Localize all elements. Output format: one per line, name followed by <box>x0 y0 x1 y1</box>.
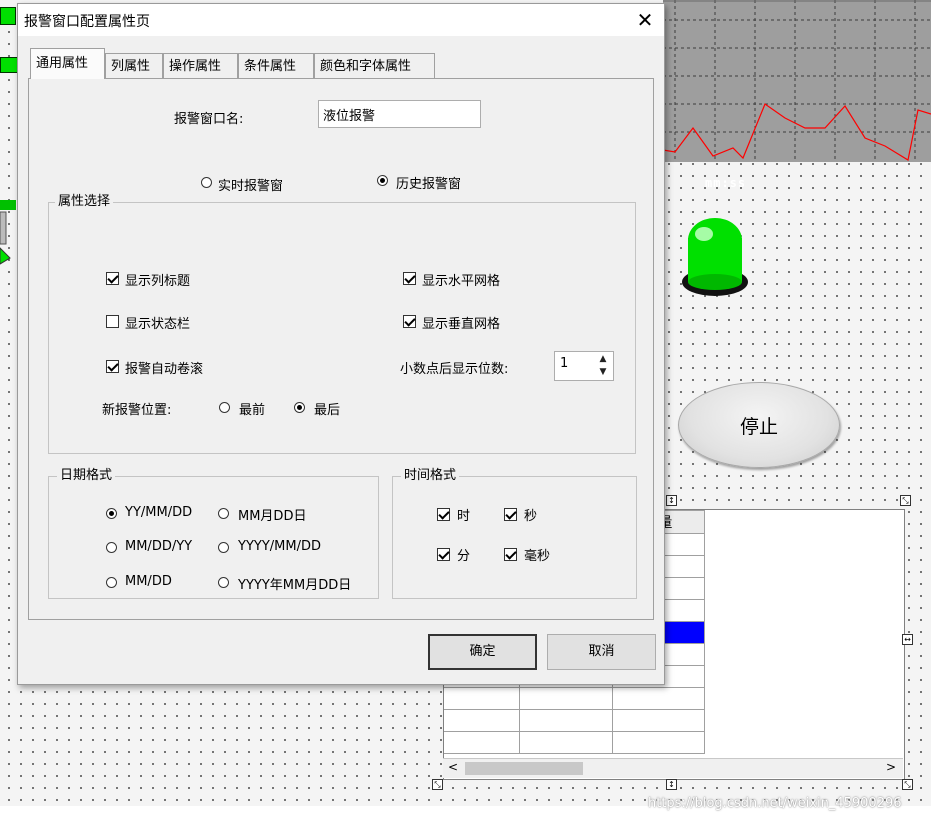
history-window-radio[interactable] <box>377 175 388 186</box>
show-status-bar-checkbox[interactable] <box>106 315 119 328</box>
property-selection-group: 属性选择 显示列标题 显示状态栏 报警自动卷滚 显示水平网格 显示垂直网格 小数… <box>48 194 636 454</box>
position-last-radio[interactable] <box>294 402 305 413</box>
scroll-right-icon[interactable]: > <box>886 760 896 774</box>
table-cell[interactable] <box>444 687 521 710</box>
date-format-radio[interactable] <box>106 577 117 588</box>
stop-button[interactable]: 停止 <box>678 382 840 468</box>
dialog-titlebar[interactable]: 报警窗口配置属性页 ✕ <box>18 4 664 36</box>
show-v-grid-label: 显示垂直网格 <box>422 317 501 332</box>
green-indicator-bar <box>0 7 16 25</box>
date-format-radio[interactable] <box>218 508 229 519</box>
hour-checkbox[interactable] <box>437 508 450 521</box>
scroll-left-icon[interactable]: < <box>448 760 458 774</box>
resize-handle-icon[interactable]: ↕ <box>666 779 677 790</box>
decimal-places-value: 1 <box>560 356 569 371</box>
scrollbar-thumb[interactable] <box>465 762 583 775</box>
indicator-lamp[interactable] <box>680 218 750 300</box>
tab-conditions[interactable]: 条件属性 <box>238 53 314 78</box>
ok-button[interactable]: 确定 <box>428 634 537 670</box>
cancel-button[interactable]: 取消 <box>547 634 656 670</box>
table-cell[interactable] <box>611 709 706 732</box>
resize-handle-icon[interactable]: ⤡ <box>902 779 913 790</box>
property-selection-title: 属性选择 <box>55 194 114 209</box>
general-properties-panel: 报警窗口名: 液位报警 实时报警窗 历史报警窗 属性选择 显示列标题 显示状态栏… <box>28 78 654 620</box>
second-checkbox[interactable] <box>504 508 517 521</box>
decimal-places-spinner[interactable]: 1 ▲ ▼ <box>554 351 614 381</box>
show-column-title-label: 显示列标题 <box>125 274 191 289</box>
table-cell[interactable] <box>519 687 613 710</box>
trend-chart-graphic <box>663 0 931 162</box>
trend-chart[interactable] <box>663 0 931 162</box>
date-format-label: YYYY年MM月DD日 <box>238 578 352 593</box>
position-first-radio[interactable] <box>219 402 230 413</box>
watermark: https://blog.csdn.net/weixin_45900296 <box>648 796 902 811</box>
table-cell[interactable] <box>611 731 706 754</box>
show-h-grid-label: 显示水平网格 <box>422 274 501 289</box>
resize-handle-icon[interactable]: ↔ <box>902 634 913 645</box>
hour-label: 时 <box>457 509 471 524</box>
resize-handle-icon[interactable]: ⤡ <box>900 495 911 506</box>
show-v-grid-checkbox[interactable] <box>403 315 416 328</box>
table-cell[interactable] <box>519 709 613 732</box>
alarm-window-config-dialog: 报警窗口配置属性页 ✕ 通用属性 列属性 操作属性 条件属性 颜色和字体属性 报… <box>17 3 665 685</box>
date-format-radio[interactable] <box>106 542 117 553</box>
date-format-label: MM/DD/YY <box>125 539 193 554</box>
show-status-bar-label: 显示状态栏 <box>125 317 191 332</box>
table-row[interactable] <box>444 687 706 710</box>
decimal-places-label: 小数点后显示位数: <box>400 362 509 377</box>
date-format-radio[interactable] <box>218 577 229 588</box>
dialog-title: 报警窗口配置属性页 <box>24 14 150 30</box>
auto-scroll-checkbox[interactable] <box>106 360 119 373</box>
tab-colors-fonts[interactable]: 颜色和字体属性 <box>314 53 435 78</box>
table-row[interactable] <box>444 709 706 732</box>
realtime-window-label: 实时报警窗 <box>218 179 284 194</box>
table-cell[interactable] <box>444 731 521 754</box>
history-window-label: 历史报警窗 <box>396 177 462 192</box>
date-format-label: MM/DD <box>125 574 172 589</box>
date-format-label: YY/MM/DD <box>125 505 193 520</box>
date-format-label: YYYY/MM/DD <box>238 539 321 554</box>
minute-checkbox[interactable] <box>437 548 450 561</box>
time-format-label: mm:ss <box>705 176 747 190</box>
alarm-table-scrollbar[interactable]: < > <box>443 758 903 778</box>
date-format-title: 日期格式 <box>57 468 116 483</box>
tab-operations[interactable]: 操作属性 <box>163 53 238 78</box>
close-icon[interactable]: ✕ <box>632 7 658 33</box>
table-row[interactable] <box>444 731 706 754</box>
millisecond-label: 毫秒 <box>524 549 551 564</box>
date-format-radio[interactable] <box>218 542 229 553</box>
table-cell[interactable] <box>611 687 706 710</box>
position-first-label: 最前 <box>239 403 266 418</box>
table-cell[interactable] <box>519 731 613 754</box>
window-name-input[interactable]: 液位报警 <box>318 100 481 128</box>
table-cell[interactable] <box>444 709 521 732</box>
second-label: 秒 <box>524 509 538 524</box>
show-column-title-checkbox[interactable] <box>106 272 119 285</box>
pipe-graphic <box>0 200 16 265</box>
position-last-label: 最后 <box>314 403 341 418</box>
auto-scroll-label: 报警自动卷滚 <box>125 362 204 377</box>
window-name-label: 报警窗口名: <box>174 112 244 127</box>
time-format-title: 时间格式 <box>401 468 460 483</box>
tab-columns[interactable]: 列属性 <box>105 53 163 78</box>
minute-label: 分 <box>457 549 471 564</box>
date-format-label: MM月DD日 <box>238 509 307 524</box>
resize-handle-icon[interactable]: ↕ <box>666 495 677 506</box>
time-format-group: 时间格式 时 秒 分 毫秒 <box>392 468 637 599</box>
tab-general[interactable]: 通用属性 <box>30 48 105 79</box>
resize-handle-icon[interactable]: ⤡ <box>432 779 443 790</box>
new-alarm-position-label: 新报警位置: <box>102 403 172 418</box>
date-format-radio[interactable] <box>106 508 117 519</box>
show-h-grid-checkbox[interactable] <box>403 272 416 285</box>
realtime-window-radio[interactable] <box>201 177 212 188</box>
date-format-group: 日期格式 YY/MM/DD MM月DD日 MM/DD/YY YYYY/MM/DD… <box>48 468 379 599</box>
spin-down-icon[interactable]: ▼ <box>596 366 610 379</box>
spin-up-icon[interactable]: ▲ <box>596 353 610 366</box>
millisecond-checkbox[interactable] <box>504 548 517 561</box>
